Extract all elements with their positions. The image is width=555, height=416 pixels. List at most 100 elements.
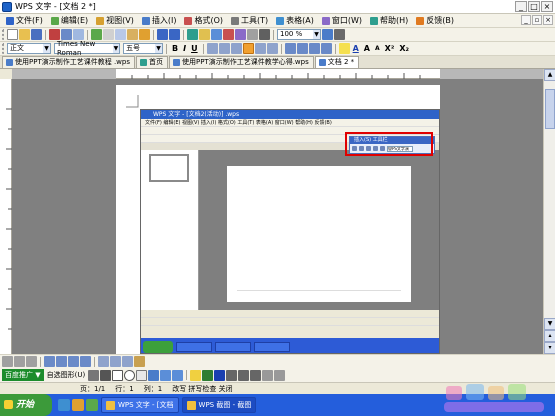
size-dropdown-arrow-icon[interactable]: ▼ [155, 44, 162, 53]
columns-icon[interactable] [247, 29, 258, 40]
new-document-icon[interactable] [7, 29, 18, 40]
drawing-icon[interactable] [235, 29, 246, 40]
show-marks-icon[interactable] [259, 29, 270, 40]
line-tool-icon[interactable] [88, 369, 100, 381]
close-button[interactable]: × [541, 1, 553, 12]
menu-help[interactable]: 帮助(H) [366, 15, 412, 26]
redo-icon[interactable] [169, 29, 180, 40]
menu-file[interactable]: 文件(F) [2, 15, 47, 26]
pdf-export-icon[interactable] [49, 29, 60, 40]
textbox-tool-icon[interactable] [136, 369, 148, 381]
zoom-select[interactable]: 100 % ▼ [277, 29, 321, 40]
ellipse-tool-icon[interactable] [124, 369, 136, 381]
embedded-screenshot[interactable]: WPS 文字 - [文档2(活动)] .wps 文件(F) 编辑(E) 视图(V… [140, 109, 440, 354]
font-dropdown-arrow-icon[interactable]: ▼ [112, 44, 119, 53]
tab-ppt-tutorial[interactable]: 使用PPT演示制作工艺课件教程 .wps [2, 56, 135, 68]
scroll-thumb[interactable] [545, 89, 555, 129]
italic-button[interactable]: I [181, 44, 188, 53]
split-cells-icon[interactable] [80, 356, 91, 367]
font-color-button[interactable]: A [351, 44, 361, 53]
menu-feedback[interactable]: 反馈(B) [412, 15, 458, 26]
highlight-icon[interactable] [338, 43, 350, 54]
doc-restore-button[interactable]: ▫ [532, 15, 542, 25]
arrow-tool-icon[interactable] [100, 369, 112, 381]
zoom-dropdown-arrow-icon[interactable]: ▼ [313, 30, 320, 39]
table-insert-icon[interactable] [199, 29, 210, 40]
start-button[interactable]: 开始 [0, 394, 52, 416]
spellcheck-icon[interactable] [91, 29, 102, 40]
distribute-columns-icon[interactable] [122, 356, 133, 367]
vertical-ruler[interactable] [0, 79, 12, 354]
font-select[interactable]: Times New Roman ▼ [54, 40, 120, 57]
font-size-select[interactable]: 五号 ▼ [123, 43, 163, 54]
draw-table-icon[interactable] [44, 356, 55, 367]
menu-edit[interactable]: 编辑(E) [47, 15, 92, 26]
style-select[interactable]: 正文 ▼ [7, 43, 51, 54]
undo-icon[interactable] [157, 29, 168, 40]
doc-minimize-button[interactable]: _ [521, 15, 531, 25]
menu-view[interactable]: 视图(V) [92, 15, 138, 26]
print-preview-icon[interactable] [73, 29, 84, 40]
align-left-icon[interactable] [206, 43, 218, 54]
clipart-icon[interactable] [160, 369, 172, 381]
print-icon[interactable] [61, 29, 72, 40]
shading-icon[interactable] [134, 356, 145, 367]
scroll-up-icon[interactable]: ▲ [544, 69, 555, 81]
open-folder-icon[interactable] [19, 29, 30, 40]
merge-cells-icon[interactable] [68, 356, 79, 367]
wordart-icon[interactable] [148, 369, 160, 381]
chart-icon[interactable] [223, 29, 234, 40]
menu-table[interactable]: 表格(A) [272, 15, 318, 26]
arrow-style-icon[interactable] [250, 369, 262, 381]
cell-align-icon[interactable] [98, 356, 109, 367]
style-dropdown-arrow-icon[interactable]: ▼ [43, 44, 50, 53]
menu-insert[interactable]: 插入(I) [138, 15, 181, 26]
vertical-scrollbar[interactable]: ▲ ▼ ▴ ▾ [543, 69, 555, 354]
baidu-promo-button[interactable]: 百度推广 ▼ [2, 369, 44, 381]
line-color-icon[interactable] [202, 369, 214, 381]
bold-button[interactable]: B [170, 44, 180, 53]
align-right-icon[interactable] [230, 43, 242, 54]
picture-tool-icon[interactable] [172, 369, 184, 381]
subscript-button[interactable]: X₂ [397, 44, 411, 53]
numbering-icon[interactable] [284, 43, 296, 54]
insert-picture-icon[interactable] [211, 29, 222, 40]
decrease-indent-icon[interactable] [308, 43, 320, 54]
tab-document-2[interactable]: 文档 2 * [314, 56, 360, 68]
draw-font-color-icon[interactable] [214, 369, 226, 381]
minimize-button[interactable]: _ [515, 1, 527, 12]
border-style-icon[interactable] [14, 356, 25, 367]
document-workspace[interactable]: WPS 文字 - [文档2(活动)] .wps 文件(F) 编辑(E) 视图(V… [12, 79, 543, 354]
menu-window[interactable]: 窗口(W) [318, 15, 366, 26]
copy-icon[interactable] [115, 29, 126, 40]
shadow-icon[interactable] [262, 369, 274, 381]
fill-color-icon[interactable] [190, 369, 202, 381]
format-painter-icon[interactable] [139, 29, 150, 40]
grow-font-button[interactable]: A [362, 44, 372, 53]
toolbar-grip[interactable] [2, 43, 6, 54]
increase-indent-icon[interactable] [320, 43, 332, 54]
maximize-button[interactable]: □ [528, 1, 540, 12]
menu-tools[interactable]: 工具(T) [227, 15, 272, 26]
3d-icon[interactable] [274, 369, 286, 381]
superscript-button[interactable]: X² [383, 44, 397, 53]
menu-format[interactable]: 格式(O) [180, 15, 227, 26]
line-width-icon[interactable] [26, 356, 37, 367]
taskbar-wps-writer[interactable]: WPS 文字 - [文档 [101, 397, 179, 413]
distribute-icon[interactable] [254, 43, 266, 54]
line-spacing-icon[interactable] [266, 43, 278, 54]
hyperlink-icon[interactable] [187, 29, 198, 40]
scroll-down-icon[interactable]: ▼ [544, 318, 555, 330]
shrink-font-button[interactable]: A [373, 45, 382, 52]
help-icon[interactable] [322, 29, 333, 40]
toolbar-grip[interactable] [2, 29, 6, 40]
line-style-icon[interactable] [226, 369, 238, 381]
document-page[interactable]: WPS 文字 - [文档2(活动)] .wps 文件(F) 编辑(E) 视图(V… [116, 85, 440, 354]
previous-page-icon[interactable]: ▴ [544, 330, 555, 342]
align-center-icon[interactable] [218, 43, 230, 54]
justify-icon[interactable] [242, 43, 254, 54]
eraser-icon[interactable] [56, 356, 67, 367]
underline-button[interactable]: U [189, 44, 200, 53]
next-page-icon[interactable]: ▾ [544, 342, 555, 354]
toolbar-options-icon[interactable] [334, 29, 345, 40]
